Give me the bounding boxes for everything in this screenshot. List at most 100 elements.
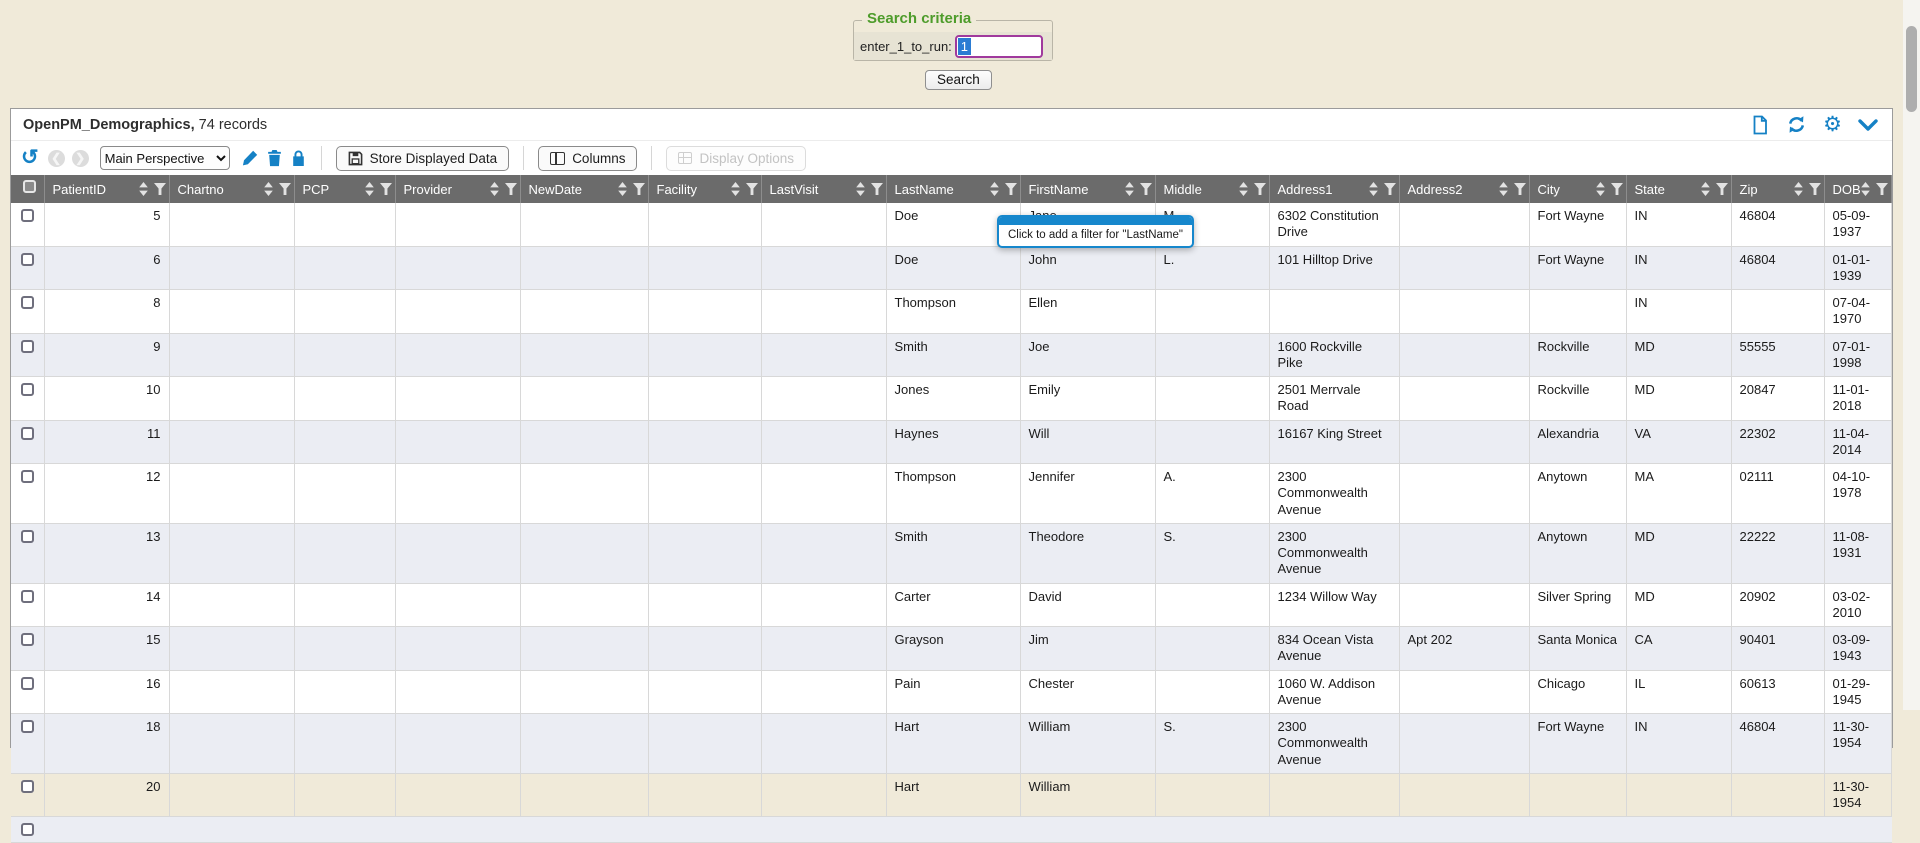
filter-icon[interactable]: [1254, 183, 1266, 195]
column-header-patientid[interactable]: PatientID: [44, 175, 169, 203]
filter-icon[interactable]: [871, 183, 883, 195]
sort-icon[interactable]: [731, 182, 740, 196]
edit-pencil-icon[interactable]: [241, 149, 259, 167]
table-row[interactable]: 20HartWilliam11-30-1954: [11, 773, 1892, 817]
filter-icon[interactable]: [1384, 183, 1396, 195]
table-row[interactable]: 6DoeJohnL.101 Hilltop DriveFort WayneIN4…: [11, 246, 1892, 290]
sort-icon[interactable]: [264, 182, 273, 196]
sort-icon[interactable]: [1794, 182, 1803, 196]
gear-icon[interactable]: ⚙: [1823, 115, 1842, 135]
sort-icon[interactable]: [139, 182, 148, 196]
cell-state: IN: [1626, 203, 1731, 246]
row-checkbox[interactable]: [21, 427, 34, 440]
filter-icon[interactable]: [633, 183, 645, 195]
table-row[interactable]: 16PainChester1060 W. Addison AvenueChica…: [11, 670, 1892, 714]
row-checkbox[interactable]: [21, 296, 34, 309]
table-row[interactable]: 11HaynesWill16167 King StreetAlexandriaV…: [11, 420, 1892, 464]
column-header-newdate[interactable]: NewDate: [520, 175, 648, 203]
chevron-down-icon[interactable]: [1858, 119, 1878, 131]
sort-icon[interactable]: [365, 182, 374, 196]
sort-icon[interactable]: [1861, 182, 1870, 196]
table-row[interactable]: 10JonesEmily2501 Merrvale RoadRockvilleM…: [11, 377, 1892, 421]
row-checkbox[interactable]: [21, 720, 34, 733]
table-row[interactable]: 15GraysonJim834 Ocean Vista AvenueApt 20…: [11, 627, 1892, 671]
select-all-checkbox[interactable]: [23, 180, 36, 193]
scrollbar-thumb[interactable]: [1906, 26, 1917, 112]
sort-icon[interactable]: [990, 182, 999, 196]
nav-forward-icon[interactable]: ❯: [72, 150, 89, 167]
column-header-firstname[interactable]: FirstName: [1020, 175, 1155, 203]
column-header-lastname[interactable]: LastName: [886, 175, 1020, 203]
filter-icon[interactable]: [380, 183, 392, 195]
row-checkbox[interactable]: [21, 253, 34, 266]
row-checkbox[interactable]: [21, 209, 34, 222]
sort-icon[interactable]: [1369, 182, 1378, 196]
row-checkbox[interactable]: [21, 633, 34, 646]
table-row-partial[interactable]: [11, 817, 1892, 843]
sort-icon[interactable]: [490, 182, 499, 196]
sort-icon[interactable]: [1596, 182, 1605, 196]
trash-icon[interactable]: [266, 149, 283, 167]
column-header-facility[interactable]: Facility: [648, 175, 761, 203]
store-displayed-data-button[interactable]: Store Displayed Data: [336, 146, 510, 171]
row-checkbox[interactable]: [21, 677, 34, 690]
column-header-chartno[interactable]: Chartno: [169, 175, 294, 203]
table-row[interactable]: 12ThompsonJenniferA.2300 Commonwealth Av…: [11, 464, 1892, 524]
table-row[interactable]: 8ThompsonEllenIN07-04-1970: [11, 290, 1892, 334]
table-row[interactable]: 14CarterDavid1234 Willow WaySilver Sprin…: [11, 583, 1892, 627]
columns-button[interactable]: Columns: [538, 146, 637, 171]
nav-back-icon[interactable]: ❮: [48, 150, 65, 167]
filter-icon[interactable]: [505, 183, 517, 195]
vertical-scrollbar[interactable]: [1903, 0, 1920, 710]
cell-firstname: [1020, 817, 1155, 843]
column-header-provider[interactable]: Provider: [395, 175, 520, 203]
table-row[interactable]: 5DoeJaneM.6302 Constitution DriveFort Wa…: [11, 203, 1892, 246]
sort-icon[interactable]: [1239, 182, 1248, 196]
table-row[interactable]: 18HartWilliamS.2300 Commonwealth AvenueF…: [11, 714, 1892, 774]
column-header-address1[interactable]: Address1: [1269, 175, 1399, 203]
sort-icon[interactable]: [856, 182, 865, 196]
column-header-address2[interactable]: Address2: [1399, 175, 1529, 203]
filter-icon[interactable]: [1876, 183, 1888, 195]
search-button[interactable]: Search: [925, 70, 992, 90]
filter-icon[interactable]: [1716, 183, 1728, 195]
column-header-zip[interactable]: Zip: [1731, 175, 1824, 203]
column-header-dob[interactable]: DOB: [1824, 175, 1892, 203]
filter-icon[interactable]: [1809, 183, 1821, 195]
cell-chartno: [169, 773, 294, 817]
row-checkbox[interactable]: [21, 470, 34, 483]
filter-icon[interactable]: [746, 183, 758, 195]
column-header-city[interactable]: City: [1529, 175, 1626, 203]
sort-icon[interactable]: [1499, 182, 1508, 196]
column-header-state[interactable]: State: [1626, 175, 1731, 203]
refresh-icon[interactable]: [1786, 114, 1807, 135]
sort-icon[interactable]: [1125, 182, 1134, 196]
undo-icon[interactable]: ↺: [21, 148, 39, 168]
run-input[interactable]: 1: [955, 35, 1043, 58]
column-header-pcp[interactable]: PCP: [294, 175, 395, 203]
filter-icon[interactable]: [1611, 183, 1623, 195]
row-checkbox[interactable]: [21, 780, 34, 793]
filter-icon[interactable]: [154, 183, 166, 195]
cell-address2: [1399, 523, 1529, 583]
row-checkbox[interactable]: [21, 340, 34, 353]
new-document-icon[interactable]: [1750, 115, 1770, 135]
filter-icon[interactable]: [1514, 183, 1526, 195]
filter-icon[interactable]: [1140, 183, 1152, 195]
table-row[interactable]: 9SmithJoe1600 Rockville PikeRockvilleMD5…: [11, 333, 1892, 377]
select-all-header[interactable]: [11, 175, 44, 203]
filter-icon[interactable]: [1005, 183, 1017, 195]
row-checkbox[interactable]: [21, 383, 34, 396]
filter-icon[interactable]: [279, 183, 291, 195]
lock-icon[interactable]: [290, 149, 307, 167]
row-checkbox[interactable]: [21, 590, 34, 603]
row-checkbox[interactable]: [21, 823, 34, 836]
column-header-middle[interactable]: Middle: [1155, 175, 1269, 203]
column-header-lastvisit[interactable]: LastVisit: [761, 175, 886, 203]
table-row[interactable]: 13SmithTheodoreS.2300 Commonwealth Avenu…: [11, 523, 1892, 583]
sort-icon[interactable]: [1701, 182, 1710, 196]
perspective-select[interactable]: Main Perspective: [100, 146, 230, 170]
cell-provider: [395, 246, 520, 290]
sort-icon[interactable]: [618, 182, 627, 196]
row-checkbox[interactable]: [21, 530, 34, 543]
